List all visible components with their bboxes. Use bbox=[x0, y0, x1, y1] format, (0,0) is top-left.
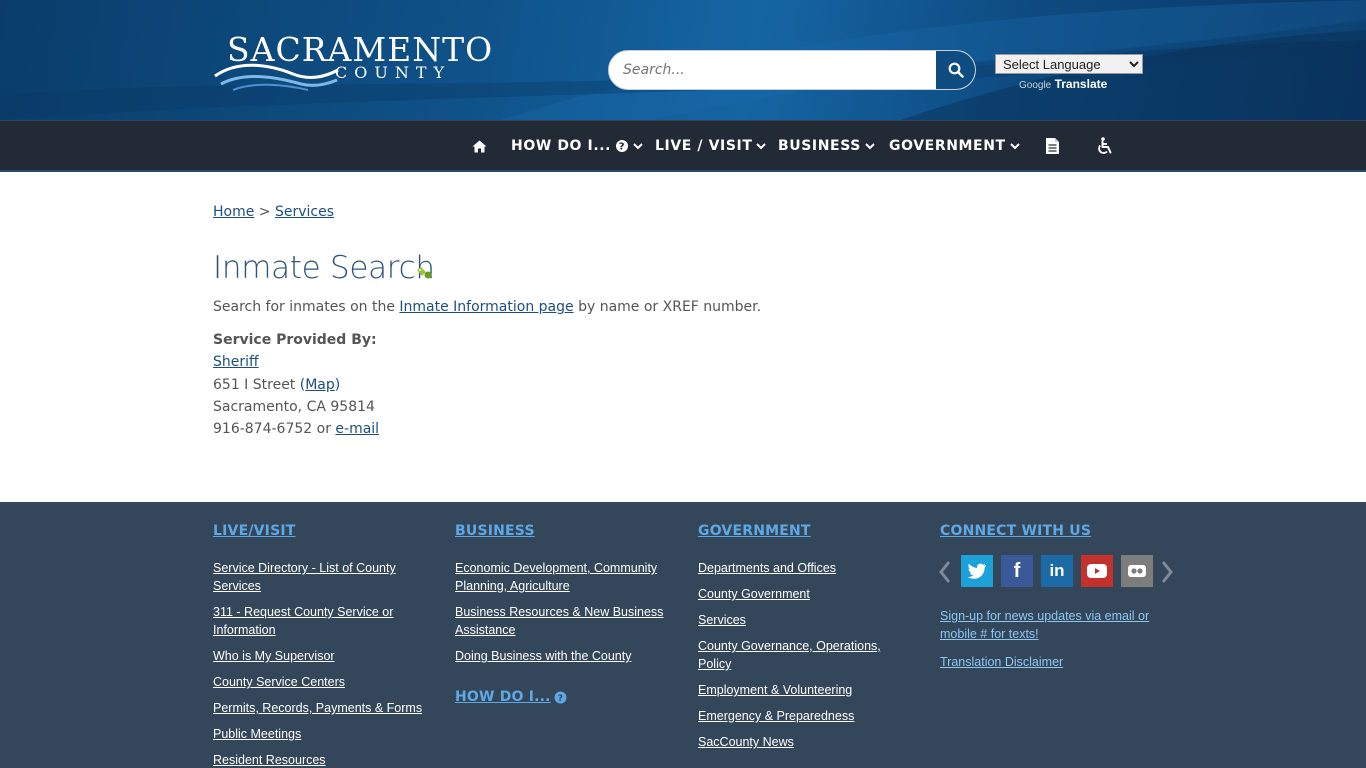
sheriff-link[interactable]: Sheriff bbox=[213, 354, 259, 370]
breadcrumb-home-link[interactable]: Home bbox=[213, 204, 254, 220]
nav-government-label: GOVERNMENT bbox=[889, 138, 1006, 154]
footer-link-county-government[interactable]: County Government bbox=[698, 585, 898, 603]
address-city: Sacramento, CA 95814 bbox=[213, 399, 375, 415]
footer-link-business-resources[interactable]: Business Resources & New Business Assist… bbox=[455, 603, 675, 639]
nav-home[interactable] bbox=[472, 121, 487, 171]
nav-how-do-i[interactable]: HOW DO I... ? bbox=[511, 121, 643, 171]
map-link[interactable]: Map bbox=[305, 377, 335, 393]
search-button[interactable] bbox=[936, 51, 975, 89]
footer-link-governance[interactable]: County Governance, Operations, Policy bbox=[698, 637, 898, 673]
footer-link-permits[interactable]: Permits, Records, Payments & Forms bbox=[213, 699, 428, 717]
nav-live-visit-label: LIVE / VISIT bbox=[655, 138, 753, 154]
footer-link-economic-development[interactable]: Economic Development, Community Planning… bbox=[455, 559, 675, 595]
footer-how-do-i-link[interactable]: HOW DO I... ? bbox=[455, 689, 567, 705]
footer-link-signup[interactable]: Sign-up for news updates via email or mo… bbox=[940, 607, 1165, 643]
desc-text-after: by name or XREF number. bbox=[573, 299, 762, 315]
page-title: Inmate Search bbox=[213, 250, 435, 286]
footer-link-saccounty-news[interactable]: SacCounty News bbox=[698, 733, 898, 751]
chevron-down-icon bbox=[633, 143, 643, 150]
flickr-icon[interactable] bbox=[1121, 555, 1153, 587]
search-bar bbox=[608, 50, 976, 90]
service-description: Search for inmates on the Inmate Informa… bbox=[213, 299, 761, 315]
footer-link-311[interactable]: 311 - Request County Service or Informat… bbox=[213, 603, 428, 639]
chevron-left-icon[interactable] bbox=[937, 558, 953, 586]
help-circle-icon: ? bbox=[616, 140, 629, 153]
footer-link-departments[interactable]: Departments and Offices bbox=[698, 559, 898, 577]
footer-link-public-meetings[interactable]: Public Meetings bbox=[213, 725, 428, 743]
phone-line: 916-874-6752 or e-mail bbox=[213, 421, 379, 437]
accessibility-icon bbox=[1098, 137, 1112, 154]
footer-link-translation-disclaimer[interactable]: Translation Disclaimer bbox=[940, 653, 1165, 671]
powered-by-google-translate[interactable]: Google Translate bbox=[1019, 77, 1107, 91]
youtube-play-glyph bbox=[1087, 564, 1107, 578]
service-tag-icon[interactable] bbox=[416, 266, 434, 280]
chevron-down-icon bbox=[756, 143, 767, 150]
footer-connect-heading[interactable]: CONNECT WITH US bbox=[940, 523, 1091, 539]
site-footer: LIVE/VISIT Service Directory - List of C… bbox=[0, 502, 1366, 768]
twitter-icon[interactable] bbox=[961, 555, 993, 587]
desc-text-before: Search for inmates on the bbox=[213, 299, 400, 315]
map-paren-close: ) bbox=[334, 377, 341, 393]
footer-link-doing-business[interactable]: Doing Business with the County bbox=[455, 647, 675, 665]
nav-government[interactable]: GOVERNMENT bbox=[889, 121, 1020, 171]
footer-business-heading[interactable]: BUSINESS bbox=[455, 523, 535, 539]
chevron-down-icon bbox=[1009, 143, 1020, 150]
facebook-icon[interactable]: f bbox=[1001, 555, 1033, 587]
translate-label: Translate bbox=[1054, 77, 1108, 91]
svg-text:?: ? bbox=[619, 142, 625, 153]
chevron-down-icon bbox=[865, 143, 875, 150]
street-text: 651 I Street bbox=[213, 377, 300, 393]
provider-line: Sheriff bbox=[213, 354, 259, 370]
footer-government-heading[interactable]: GOVERNMENT bbox=[698, 523, 811, 539]
language-select[interactable]: Select Language bbox=[995, 54, 1143, 74]
nav-how-do-i-label: HOW DO I... bbox=[511, 138, 612, 154]
footer-link-resident-resources[interactable]: Resident Resources bbox=[213, 751, 428, 768]
site-logo[interactable]: SACRAMENTO COUNTY bbox=[213, 28, 492, 94]
footer-link-services[interactable]: Services bbox=[698, 611, 898, 629]
service-provided-by-label: Service Provided By: bbox=[213, 332, 377, 348]
footer-live-visit-heading[interactable]: LIVE/VISIT bbox=[213, 523, 296, 539]
nav-live-visit[interactable]: LIVE / VISIT bbox=[655, 121, 767, 171]
email-link[interactable]: e-mail bbox=[335, 421, 379, 437]
footer-link-supervisor[interactable]: Who is My Supervisor bbox=[213, 647, 428, 665]
breadcrumb-separator: > bbox=[258, 204, 271, 220]
youtube-icon[interactable] bbox=[1081, 555, 1113, 587]
google-label: Google bbox=[1019, 80, 1052, 91]
linkedin-icon[interactable]: in bbox=[1041, 555, 1073, 587]
search-input[interactable] bbox=[609, 51, 937, 89]
nav-business[interactable]: BUSINESS bbox=[778, 121, 875, 171]
help-circle-icon: ? bbox=[554, 691, 567, 704]
search-icon bbox=[948, 62, 964, 78]
home-icon bbox=[472, 140, 487, 152]
nav-accessibility[interactable] bbox=[1097, 121, 1114, 171]
logo-wave-icon bbox=[214, 63, 339, 91]
phone-text: 916-874-6752 or bbox=[213, 421, 336, 437]
logo-text-county: COUNTY bbox=[335, 63, 452, 82]
footer-link-employment[interactable]: Employment & Volunteering bbox=[698, 681, 898, 699]
main-navigation: HOW DO I... ? LIVE / VISIT BUSINESS GOVE… bbox=[0, 120, 1366, 172]
address-street: 651 I Street (Map) bbox=[213, 377, 340, 393]
footer-link-service-centers[interactable]: County Service Centers bbox=[213, 673, 428, 691]
footer-link-service-directory[interactable]: Service Directory - List of County Servi… bbox=[213, 559, 428, 595]
document-icon bbox=[1046, 138, 1059, 154]
footer-link-emergency[interactable]: Emergency & Preparedness bbox=[698, 707, 898, 725]
inmate-information-link[interactable]: Inmate Information page bbox=[399, 299, 573, 315]
footer-how-do-i-label: HOW DO I... bbox=[455, 689, 551, 705]
site-header: SACRAMENTO COUNTY Select Language Google… bbox=[0, 0, 1366, 120]
facebook-glyph: f bbox=[1013, 559, 1021, 582]
nav-business-label: BUSINESS bbox=[778, 138, 861, 154]
breadcrumb: Home > Services bbox=[213, 204, 334, 220]
nav-documents[interactable] bbox=[1045, 121, 1060, 171]
flickr-dots-glyph bbox=[1128, 565, 1146, 577]
chevron-right-icon[interactable] bbox=[1159, 558, 1175, 586]
breadcrumb-services-link[interactable]: Services bbox=[275, 204, 334, 220]
linkedin-glyph: in bbox=[1049, 561, 1065, 580]
svg-text:?: ? bbox=[557, 694, 562, 704]
twitter-bird-glyph bbox=[967, 563, 987, 579]
